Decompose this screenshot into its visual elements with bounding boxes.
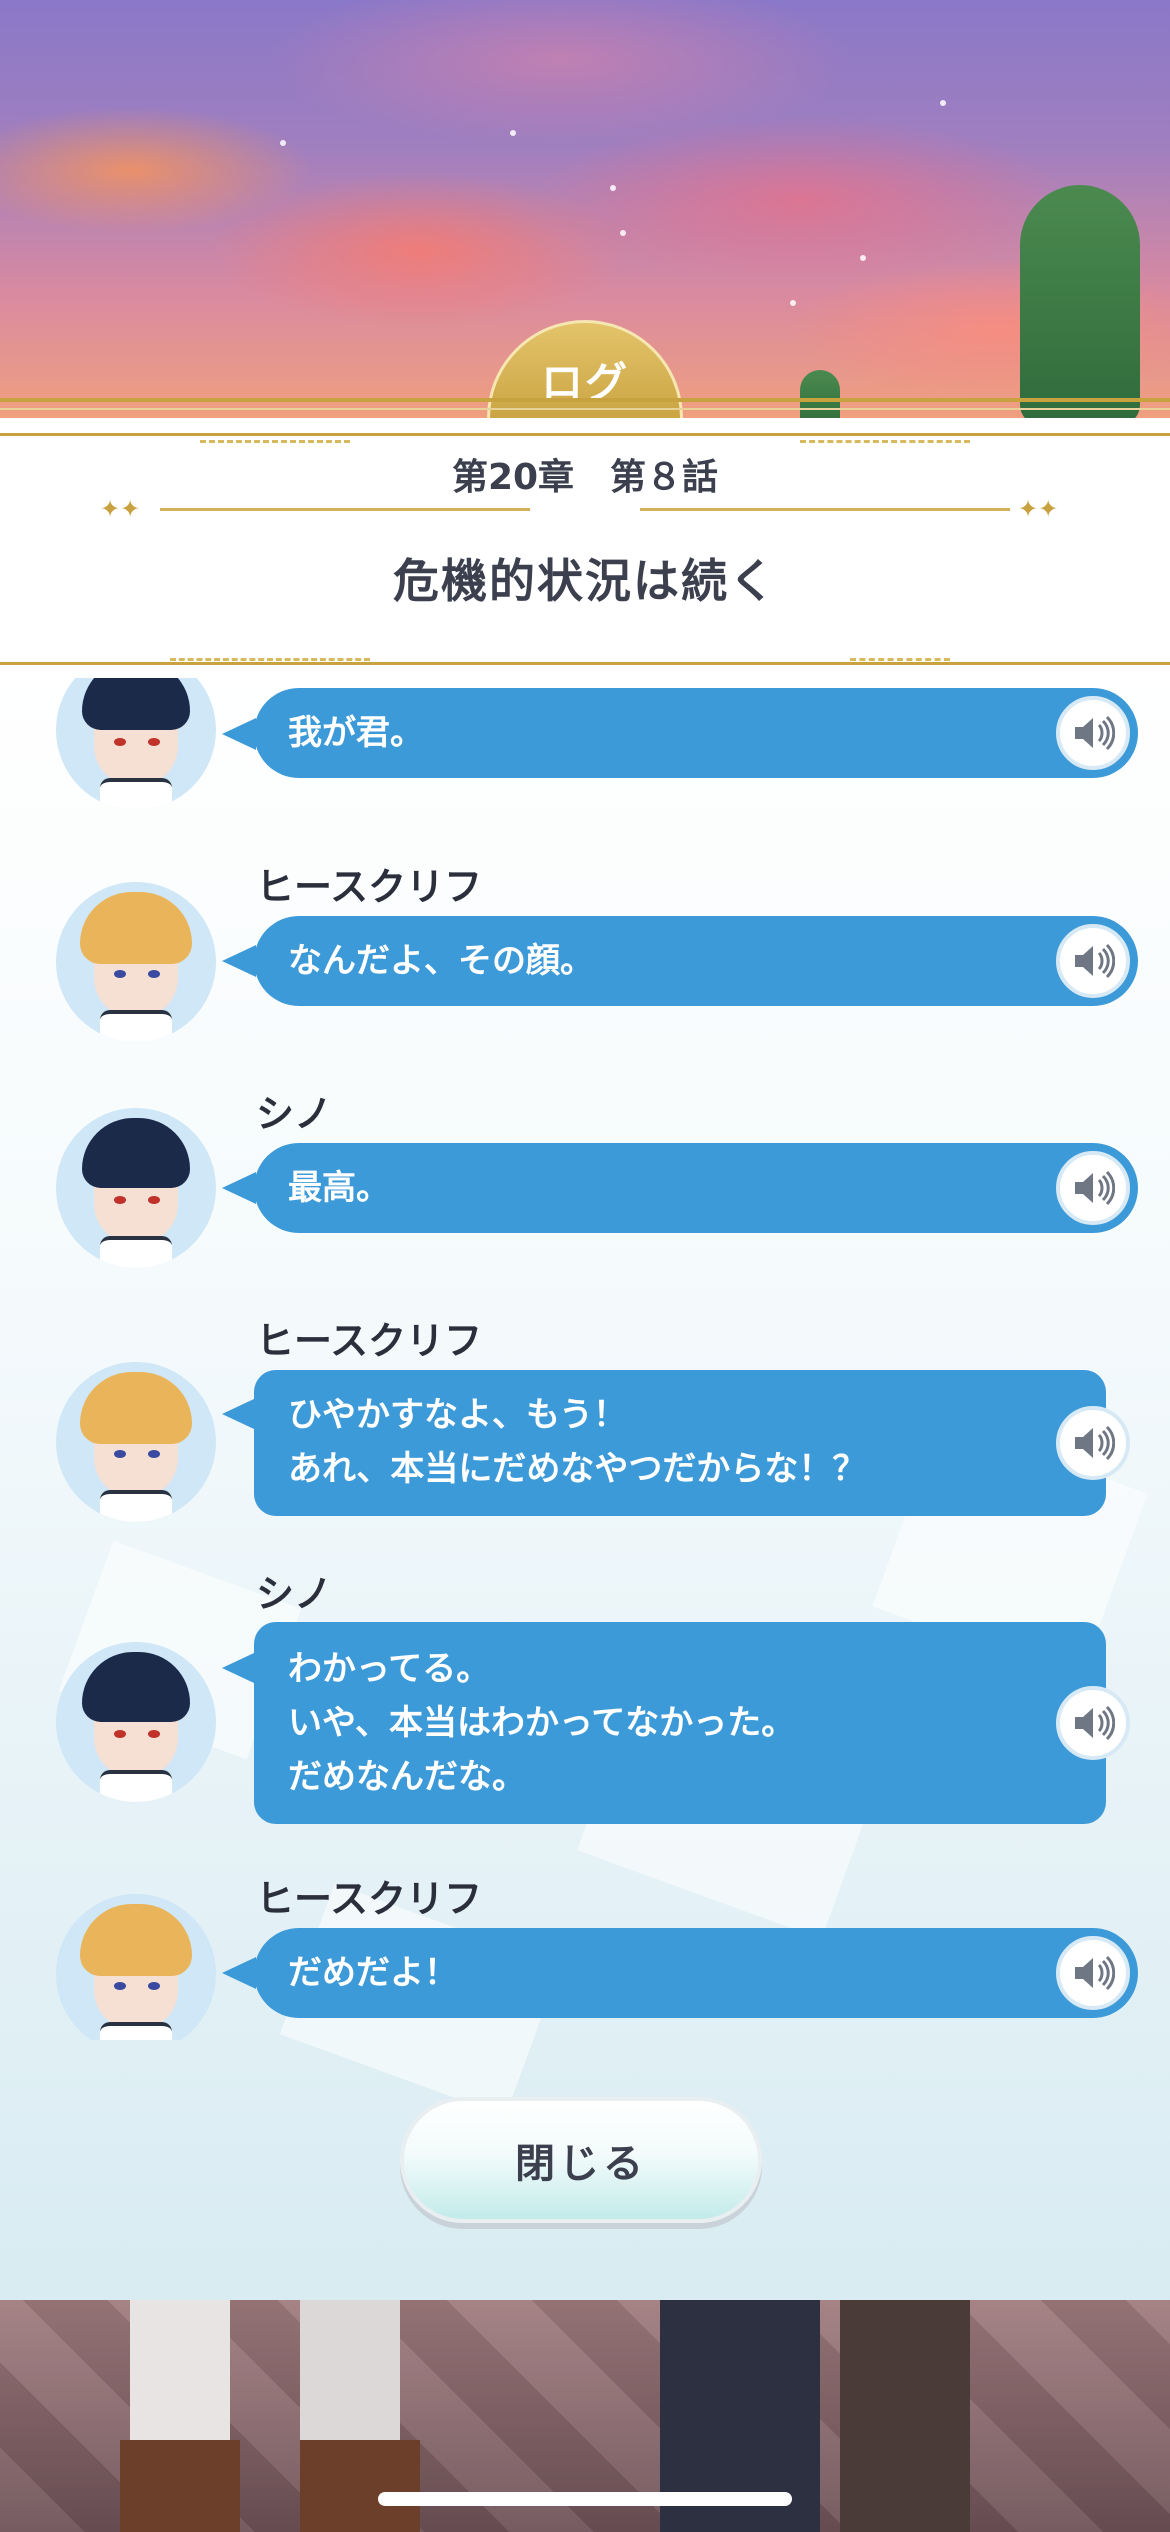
log-tab-label: ログ: [540, 358, 629, 407]
character-leg: [840, 2300, 970, 2532]
star: [510, 130, 516, 136]
bubble-tail: [222, 1398, 256, 1430]
avatar-shino: [56, 1108, 216, 1268]
speaker-volume-icon: [1075, 943, 1115, 979]
dialogue-bubble: ひやかすなよ、もう！ あれ、本当にだめなやつだからな！？: [254, 1370, 1106, 1516]
ornament-line: [640, 508, 1010, 511]
bubble-tail: [222, 718, 256, 750]
tree: [1020, 185, 1140, 425]
dialogue-line: なんだよ、その顔。: [288, 941, 594, 981]
gold-divider: [0, 408, 1170, 410]
voice-play-button[interactable]: [1056, 1151, 1130, 1225]
star: [280, 140, 286, 146]
character-boot: [300, 2440, 420, 2532]
star: [790, 300, 796, 306]
speaker-name: シノ: [256, 1572, 333, 1616]
dialogue-bubble: 最高。: [254, 1143, 1138, 1233]
avatar-shino: [56, 1642, 216, 1802]
star-ornament-icon: ✦✦: [1018, 495, 1059, 523]
gold-divider: [0, 662, 1170, 665]
close-button[interactable]: 閉じる: [400, 2097, 762, 2223]
avatar-heathcliff: [56, 1362, 216, 1522]
star-ornament-icon: ✦✦: [100, 495, 141, 523]
speaker-volume-icon: [1075, 1170, 1115, 1206]
dialogue-bubble: わかってる。 いや、本当はわかってなかった。 だめなんだな。: [254, 1622, 1106, 1824]
voice-play-button[interactable]: [1056, 1936, 1130, 2010]
bubble-tail: [222, 945, 256, 977]
home-indicator[interactable]: [378, 2492, 792, 2506]
chapter-label: 第20章 第８話: [451, 457, 719, 498]
character-boot: [120, 2440, 240, 2532]
star: [940, 100, 946, 106]
avatar-heathcliff: [56, 882, 216, 1042]
dialogue-bubble: 我が君。: [254, 688, 1138, 778]
voice-play-button[interactable]: [1056, 1686, 1130, 1760]
dashed-divider: [850, 658, 950, 661]
dialogue-line: だめなんだな。: [288, 1757, 526, 1797]
speaker-name: ヒースクリフ: [256, 1319, 483, 1363]
speaker-name: ヒースクリフ: [256, 865, 483, 909]
dialogue-line: 我が君。: [288, 713, 424, 753]
voice-play-button[interactable]: [1056, 1406, 1130, 1480]
dialogue-bubble: なんだよ、その顔。: [254, 916, 1138, 1006]
speaker-name: ヒースクリフ: [256, 1877, 483, 1921]
gold-divider: [0, 398, 1170, 402]
bubble-tail: [222, 1652, 256, 1684]
dialogue-line: だめだよ！: [288, 1953, 458, 1993]
gold-divider: [0, 433, 1170, 436]
star: [860, 255, 866, 261]
avatar-heathcliff: [56, 1894, 216, 2040]
dialogue-bubble: だめだよ！: [254, 1928, 1138, 2018]
bubble-tail: [222, 1957, 256, 1989]
voice-play-button[interactable]: [1056, 696, 1130, 770]
speaker-volume-icon: [1075, 1955, 1115, 1991]
dialogue-line: ひやかすなよ、もう！: [288, 1395, 627, 1435]
dialogue-line: あれ、本当にだめなやつだからな！？: [288, 1449, 867, 1489]
dialogue-line: わかってる。: [288, 1649, 491, 1689]
star: [620, 230, 626, 236]
bubble-tail: [222, 1172, 256, 1204]
dashed-divider: [170, 658, 370, 661]
ornament-line: [160, 508, 530, 511]
dashed-divider: [800, 440, 970, 443]
speaker-volume-icon: [1075, 1705, 1115, 1741]
dialogue-line: 最高。: [288, 1168, 390, 1208]
star: [610, 185, 616, 191]
dashed-divider: [200, 440, 350, 443]
close-button-label: 閉じる: [515, 2141, 647, 2187]
speaker-volume-icon: [1075, 715, 1115, 751]
speaker-name: シノ: [256, 1092, 333, 1136]
episode-title: 危機的状況は続く: [393, 554, 777, 608]
dialogue-line: いや、本当はわかってなかった。: [288, 1703, 796, 1743]
speaker-volume-icon: [1075, 1425, 1115, 1461]
voice-play-button[interactable]: [1056, 924, 1130, 998]
